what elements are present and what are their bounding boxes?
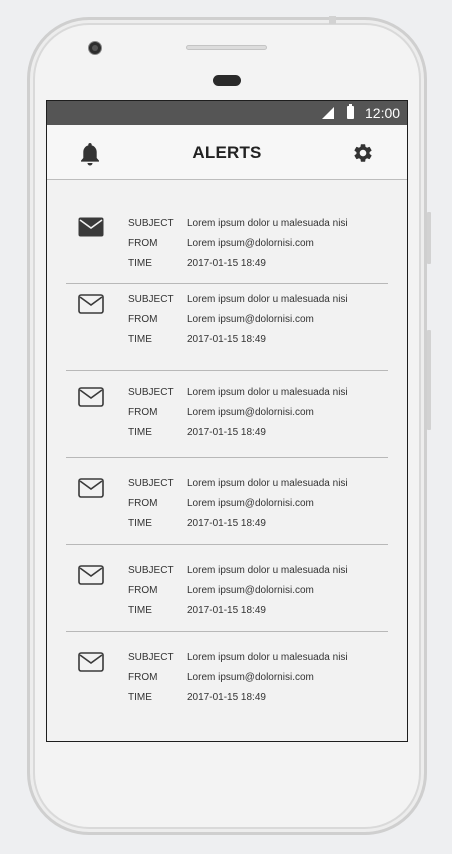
from-row: FROM Lorem ipsum@dolornisi.com	[128, 238, 314, 249]
alert-item[interactable]: SUBJECT Lorem ipsum dolor u malesuada nis…	[66, 370, 388, 457]
from-value: Lorem ipsum@dolornisi.com	[187, 314, 314, 325]
time-value: 2017-01-15 18:49	[187, 334, 266, 345]
phone-volume-button	[427, 212, 431, 264]
front-camera	[88, 41, 102, 55]
from-label: FROM	[128, 314, 158, 325]
envelope-outline-icon	[78, 478, 104, 498]
from-label: FROM	[128, 585, 158, 596]
time-value: 2017-01-15 18:49	[187, 605, 266, 616]
from-label: FROM	[128, 672, 158, 683]
from-value: Lorem ipsum@dolornisi.com	[187, 585, 314, 596]
status-bar: 12:00	[47, 101, 407, 125]
subject-row: SUBJECT Lorem ipsum dolor u malesuada nis…	[128, 565, 348, 576]
from-label: FROM	[128, 238, 158, 249]
subject-label: SUBJECT	[128, 652, 174, 663]
phone-screen: 12:00 ALERTS SUBJECT Lorem ipsum dolor u …	[46, 100, 408, 742]
from-label: FROM	[128, 407, 158, 418]
subject-label: SUBJECT	[128, 478, 174, 489]
subject-label: SUBJECT	[128, 294, 174, 305]
time-label: TIME	[128, 605, 152, 616]
envelope-outline-icon	[78, 387, 104, 407]
time-label: TIME	[128, 427, 152, 438]
time-row: TIME 2017-01-15 18:49	[128, 518, 266, 529]
battery-icon	[347, 104, 354, 119]
phone-top-button	[329, 16, 336, 24]
subject-row: SUBJECT Lorem ipsum dolor u malesuada nis…	[128, 478, 348, 489]
alert-item[interactable]: SUBJECT Lorem ipsum dolor u malesuada nis…	[66, 283, 388, 370]
time-value: 2017-01-15 18:49	[187, 427, 266, 438]
phone-power-button	[427, 330, 431, 430]
subject-value: Lorem ipsum dolor u malesuada nisi	[187, 478, 348, 489]
time-label: TIME	[128, 334, 152, 345]
time-label: TIME	[128, 692, 152, 703]
from-row: FROM Lorem ipsum@dolornisi.com	[128, 672, 314, 683]
envelope-filled-icon	[78, 217, 104, 237]
time-value: 2017-01-15 18:49	[187, 692, 266, 703]
alert-item[interactable]: SUBJECT Lorem ipsum dolor u malesuada nis…	[66, 457, 388, 544]
time-label: TIME	[128, 258, 152, 269]
subject-value: Lorem ipsum dolor u malesuada nisi	[187, 218, 348, 229]
subject-label: SUBJECT	[128, 565, 174, 576]
from-row: FROM Lorem ipsum@dolornisi.com	[128, 585, 314, 596]
time-row: TIME 2017-01-15 18:49	[128, 692, 266, 703]
time-value: 2017-01-15 18:49	[187, 518, 266, 529]
gear-icon[interactable]	[352, 142, 374, 164]
alert-item[interactable]: SUBJECT Lorem ipsum dolor u malesuada nis…	[66, 631, 388, 718]
subject-row: SUBJECT Lorem ipsum dolor u malesuada nis…	[128, 387, 348, 398]
time-label: TIME	[128, 518, 152, 529]
subject-value: Lorem ipsum dolor u malesuada nisi	[187, 294, 348, 305]
from-value: Lorem ipsum@dolornisi.com	[187, 407, 314, 418]
proximity-sensor	[213, 75, 241, 86]
alert-item[interactable]: SUBJECT Lorem ipsum dolor u malesuada nis…	[66, 203, 388, 283]
subject-value: Lorem ipsum dolor u malesuada nisi	[187, 387, 348, 398]
from-row: FROM Lorem ipsum@dolornisi.com	[128, 407, 314, 418]
from-row: FROM Lorem ipsum@dolornisi.com	[128, 314, 314, 325]
subject-label: SUBJECT	[128, 218, 174, 229]
from-row: FROM Lorem ipsum@dolornisi.com	[128, 498, 314, 509]
time-row: TIME 2017-01-15 18:49	[128, 258, 266, 269]
time-row: TIME 2017-01-15 18:49	[128, 427, 266, 438]
subject-row: SUBJECT Lorem ipsum dolor u malesuada nis…	[128, 652, 348, 663]
subject-value: Lorem ipsum dolor u malesuada nisi	[187, 652, 348, 663]
from-value: Lorem ipsum@dolornisi.com	[187, 238, 314, 249]
subject-value: Lorem ipsum dolor u malesuada nisi	[187, 565, 348, 576]
subject-row: SUBJECT Lorem ipsum dolor u malesuada nis…	[128, 218, 348, 229]
time-row: TIME 2017-01-15 18:49	[128, 334, 266, 345]
earpiece-speaker	[186, 45, 267, 50]
signal-icon	[322, 107, 334, 119]
envelope-outline-icon	[78, 294, 104, 314]
time-row: TIME 2017-01-15 18:49	[128, 605, 266, 616]
alert-item[interactable]: SUBJECT Lorem ipsum dolor u malesuada nis…	[66, 544, 388, 631]
envelope-outline-icon	[78, 652, 104, 672]
from-label: FROM	[128, 498, 158, 509]
from-value: Lorem ipsum@dolornisi.com	[187, 672, 314, 683]
status-time: 12:00	[365, 105, 401, 121]
time-value: 2017-01-15 18:49	[187, 258, 266, 269]
subject-label: SUBJECT	[128, 387, 174, 398]
app-bar: ALERTS	[47, 125, 407, 180]
subject-row: SUBJECT Lorem ipsum dolor u malesuada nis…	[128, 294, 348, 305]
alert-list: SUBJECT Lorem ipsum dolor u malesuada nis…	[66, 203, 388, 718]
envelope-outline-icon	[78, 565, 104, 585]
from-value: Lorem ipsum@dolornisi.com	[187, 498, 314, 509]
